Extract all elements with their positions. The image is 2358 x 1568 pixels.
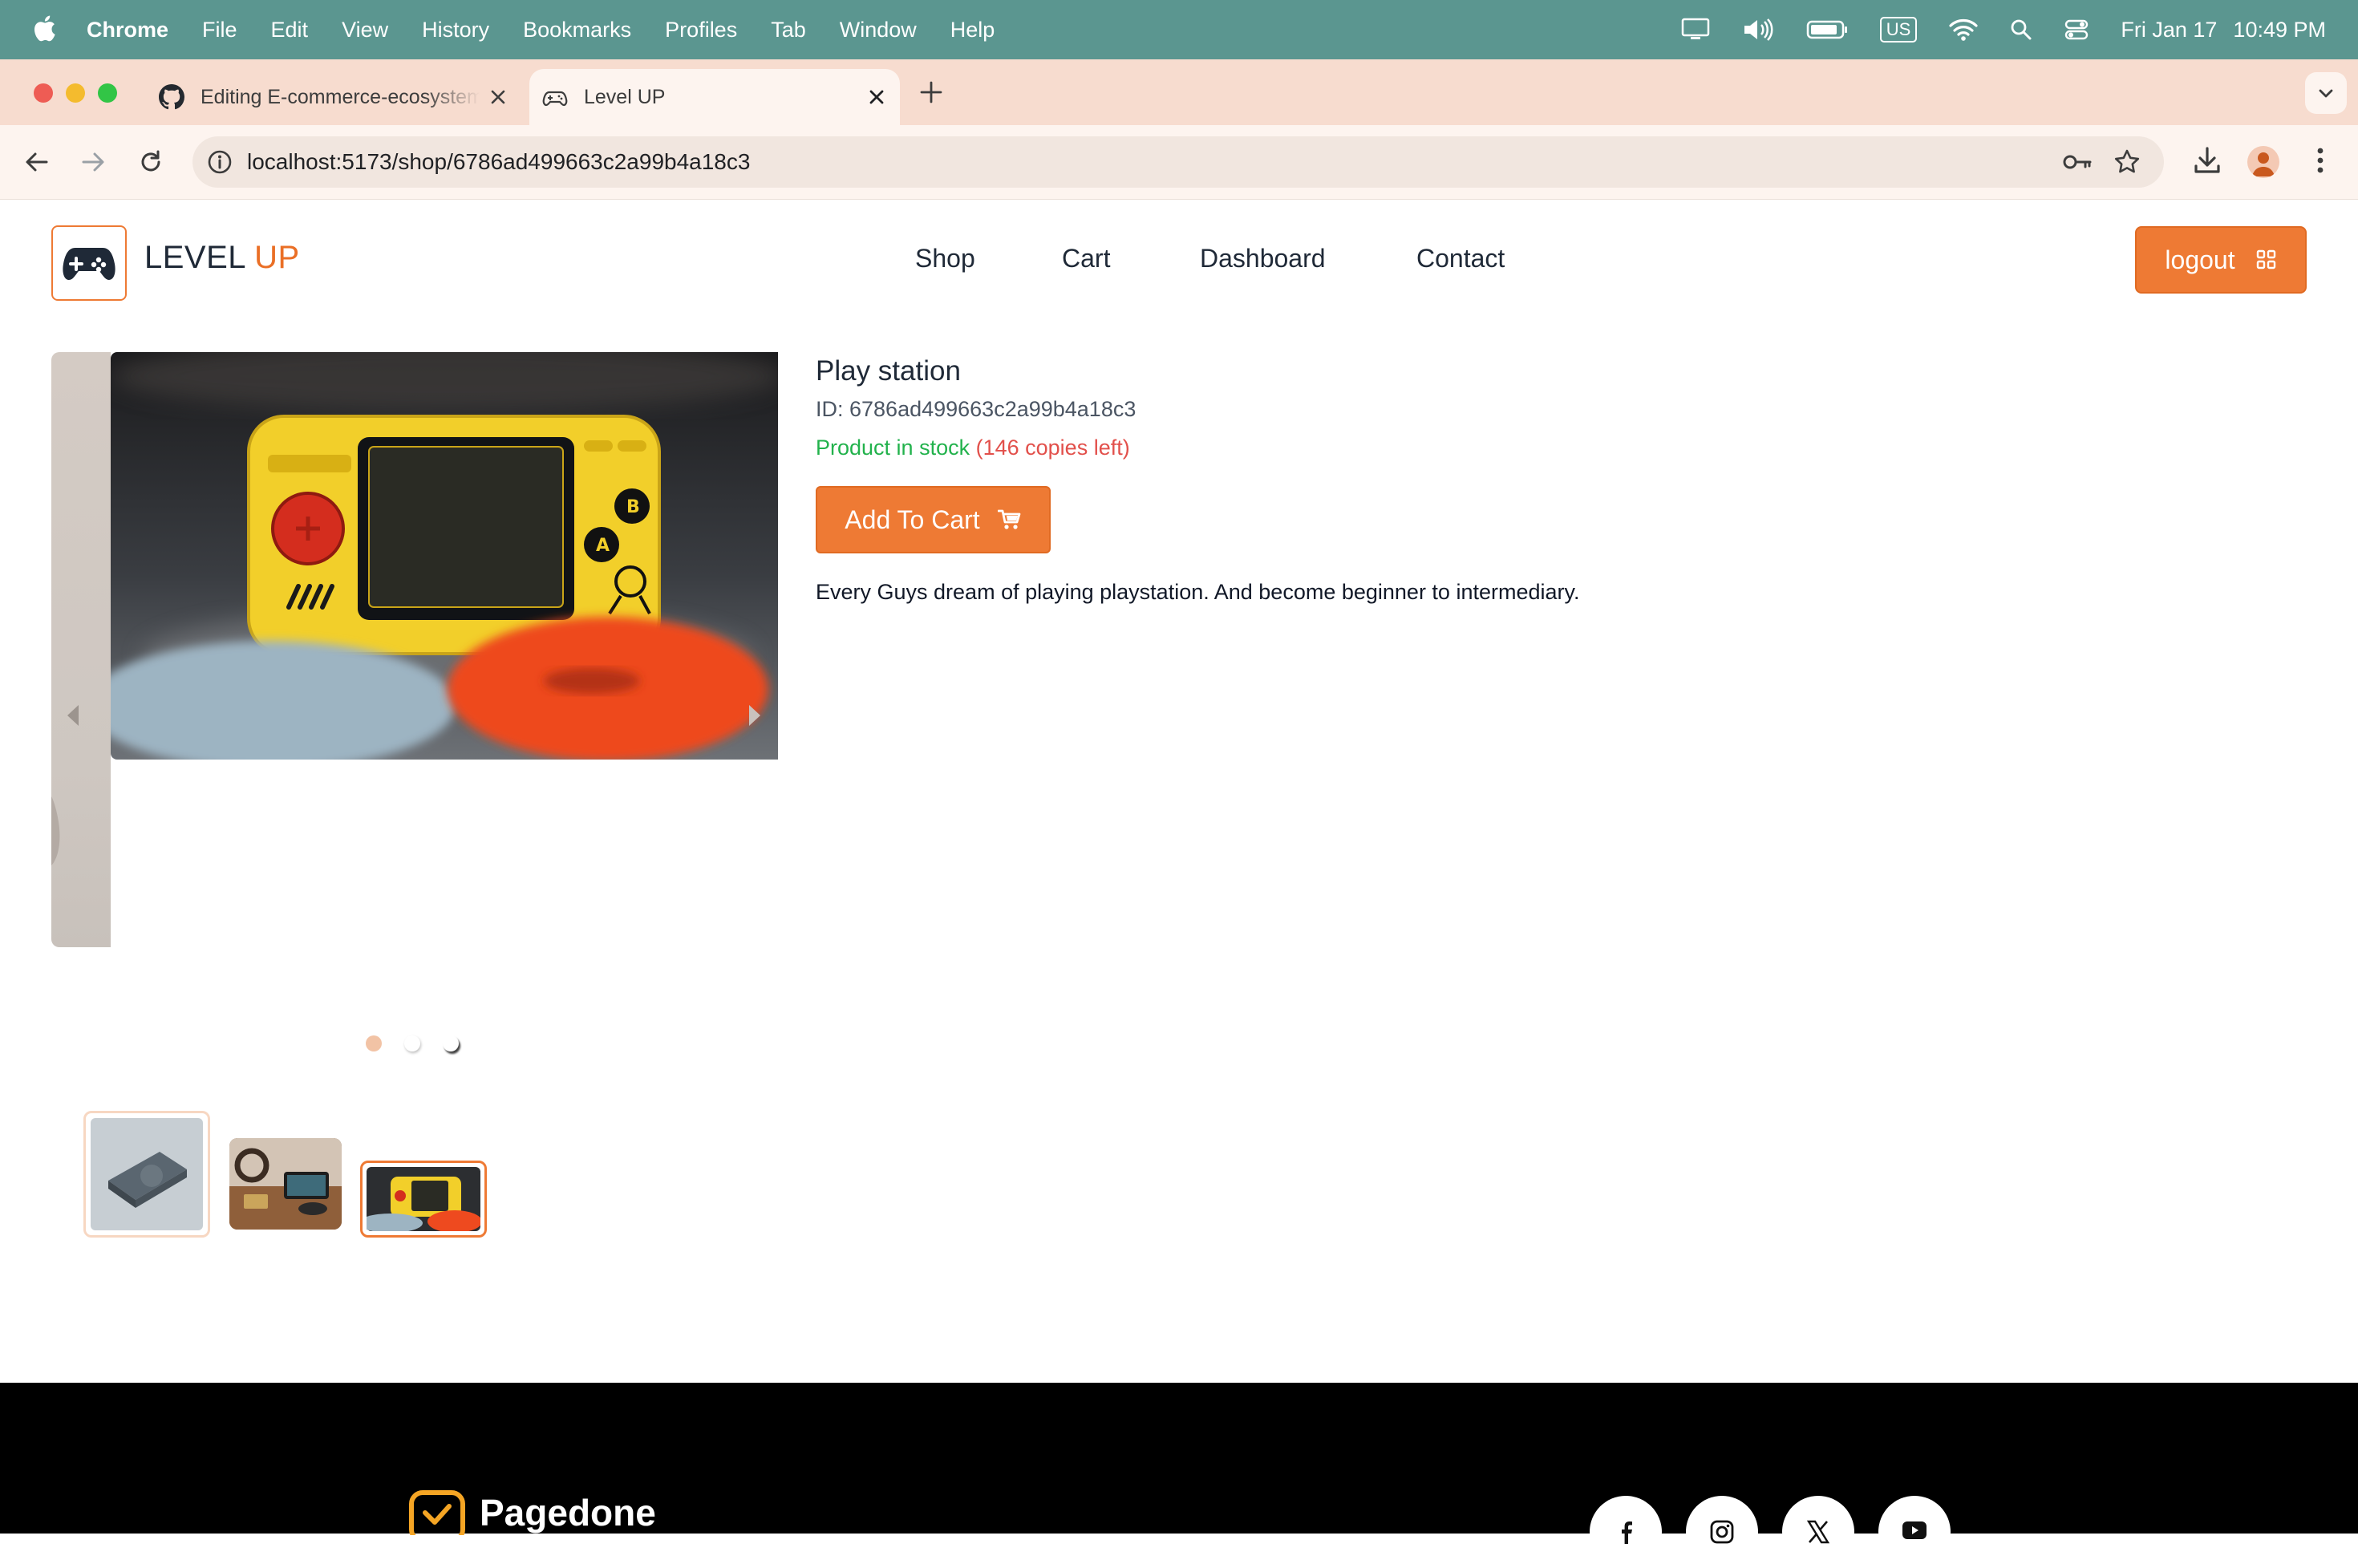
new-tab-plus-icon[interactable] [919, 80, 943, 104]
svg-text:B: B [626, 497, 640, 517]
chevron-down-icon [2319, 89, 2333, 98]
stock-status: Product in stock (146 copies left) [816, 436, 1130, 460]
browser-toolbar: localhost:5173/shop/6786ad499663c2a99b4a… [0, 125, 2358, 200]
site-brand[interactable]: LEVEL UP [144, 240, 300, 276]
product-title: Play station [816, 355, 961, 387]
nav-contact[interactable]: Contact [1416, 244, 1505, 273]
carousel-pagination [366, 1035, 459, 1051]
more-vertical-icon[interactable] [2310, 144, 2331, 176]
menu-window[interactable]: Window [840, 18, 917, 43]
logout-button[interactable]: logout [2135, 226, 2307, 294]
menu-file[interactable]: File [202, 18, 237, 43]
browser-tab-strip: Editing E-commerce-ecosystem Level UP [0, 59, 2358, 125]
carousel-previous-slide[interactable] [51, 352, 111, 947]
stock-copies-left: (146 copies left) [975, 436, 1130, 460]
password-key-icon[interactable] [2061, 149, 2093, 175]
menu-profiles[interactable]: Profiles [665, 18, 737, 43]
site-header: LEVEL UP Shop Cart Dashboard Contact log… [0, 200, 2358, 328]
facebook-link[interactable] [1590, 1496, 1662, 1568]
thumbnail-image [229, 1138, 342, 1230]
menu-history[interactable]: History [422, 18, 489, 43]
wifi-icon[interactable] [1949, 18, 1978, 41]
profile-avatar[interactable] [2247, 146, 2279, 178]
minimize-window-button[interactable] [66, 83, 85, 103]
tab-title: Editing E-commerce-ecosystem [201, 85, 480, 108]
slide-image [51, 796, 60, 865]
url-text[interactable]: localhost:5173/shop/6786ad499663c2a99b4a… [247, 149, 750, 175]
menu-app-name[interactable]: Chrome [87, 18, 168, 43]
grid-icon [2256, 249, 2275, 269]
carousel-active-slide[interactable]: B A [111, 352, 778, 760]
user-icon [2252, 152, 2275, 176]
menu-edit[interactable]: Edit [271, 18, 309, 43]
carousel-dot-2[interactable] [404, 1035, 420, 1051]
close-window-button[interactable] [34, 83, 53, 103]
menu-tab[interactable]: Tab [771, 18, 806, 43]
display-icon[interactable] [1681, 18, 1710, 42]
reload-icon[interactable] [136, 148, 165, 176]
thumbnail-image [367, 1167, 480, 1231]
menu-bookmarks[interactable]: Bookmarks [523, 18, 631, 43]
nav-dashboard[interactable]: Dashboard [1200, 244, 1326, 273]
thumbnail-gaming-desk[interactable] [229, 1138, 342, 1230]
battery-icon[interactable] [1806, 19, 1848, 40]
gamepad-icon [542, 84, 568, 110]
instagram-link[interactable] [1686, 1496, 1758, 1568]
carousel-next-arrow-icon[interactable] [746, 703, 762, 727]
carousel-dot-1[interactable] [366, 1035, 382, 1051]
instagram-icon [1710, 1520, 1734, 1544]
x-icon [1806, 1520, 1830, 1544]
product-description: Every Guys dream of playing playstation.… [816, 580, 1580, 604]
youtube-link[interactable] [1878, 1496, 1951, 1568]
tab-search-button[interactable] [2305, 72, 2347, 114]
stock-in-label: Product in stock [816, 436, 970, 460]
thumbnail-playstation[interactable] [83, 1111, 210, 1238]
volume-icon[interactable] [1742, 18, 1774, 42]
thumbnail-image [91, 1118, 203, 1230]
window-controls [34, 83, 117, 103]
address-bar[interactable]: localhost:5173/shop/6786ad499663c2a99b4a… [192, 136, 2164, 188]
close-tab-icon[interactable] [868, 88, 885, 106]
carousel-dot-3[interactable] [443, 1035, 459, 1051]
web-page: LEVEL UP Shop Cart Dashboard Contact log… [0, 200, 2358, 1568]
x-twitter-link[interactable] [1782, 1496, 1854, 1568]
add-to-cart-button[interactable]: Add To Cart [816, 486, 1051, 553]
tab-level-up[interactable]: Level UP [529, 69, 900, 125]
facebook-icon [1622, 1521, 1632, 1544]
thumbnail-handheld-console[interactable] [360, 1161, 487, 1238]
menubar-time[interactable]: 10:49 PM [2233, 18, 2326, 43]
site-logo[interactable] [51, 225, 127, 301]
tab-title: Level UP [584, 85, 666, 108]
site-footer: Pagedone [0, 1383, 2358, 1568]
menu-view[interactable]: View [342, 18, 388, 43]
carousel-prev-arrow-icon[interactable] [66, 703, 82, 727]
download-icon[interactable] [2191, 144, 2223, 176]
forward-arrow-icon[interactable] [79, 148, 107, 176]
svg-text:A: A [596, 536, 610, 556]
menubar-date[interactable]: Fri Jan 17 [2121, 18, 2217, 43]
control-center-icon[interactable] [2064, 18, 2089, 41]
github-icon [159, 84, 184, 110]
site-info-icon[interactable] [207, 149, 233, 175]
youtube-icon [1902, 1521, 1927, 1539]
zoom-window-button[interactable] [98, 83, 117, 103]
bookmark-star-icon[interactable] [2113, 148, 2141, 176]
footer-brand[interactable]: Pagedone [409, 1490, 656, 1535]
back-arrow-icon[interactable] [22, 148, 51, 176]
nav-cart[interactable]: Cart [1062, 244, 1110, 273]
product-id: ID: 6786ad499663c2a99b4a18c3 [816, 397, 1136, 421]
menu-help[interactable]: Help [950, 18, 995, 43]
pagedone-logo-icon [409, 1490, 465, 1535]
cart-icon [997, 509, 1021, 529]
apple-logo-icon[interactable] [32, 14, 56, 43]
tab-github-editing[interactable]: Editing E-commerce-ecosystem [152, 69, 521, 125]
gamepad-logo-icon [63, 248, 115, 280]
product-image-handheld-console: B A [111, 352, 778, 760]
macos-menubar: Chrome File Edit View History Bookmarks … [0, 0, 2358, 59]
close-tab-icon[interactable] [489, 88, 507, 106]
spotlight-search-icon[interactable] [2010, 18, 2032, 41]
nav-shop[interactable]: Shop [915, 244, 975, 273]
input-source-indicator[interactable]: US [1879, 17, 1918, 43]
